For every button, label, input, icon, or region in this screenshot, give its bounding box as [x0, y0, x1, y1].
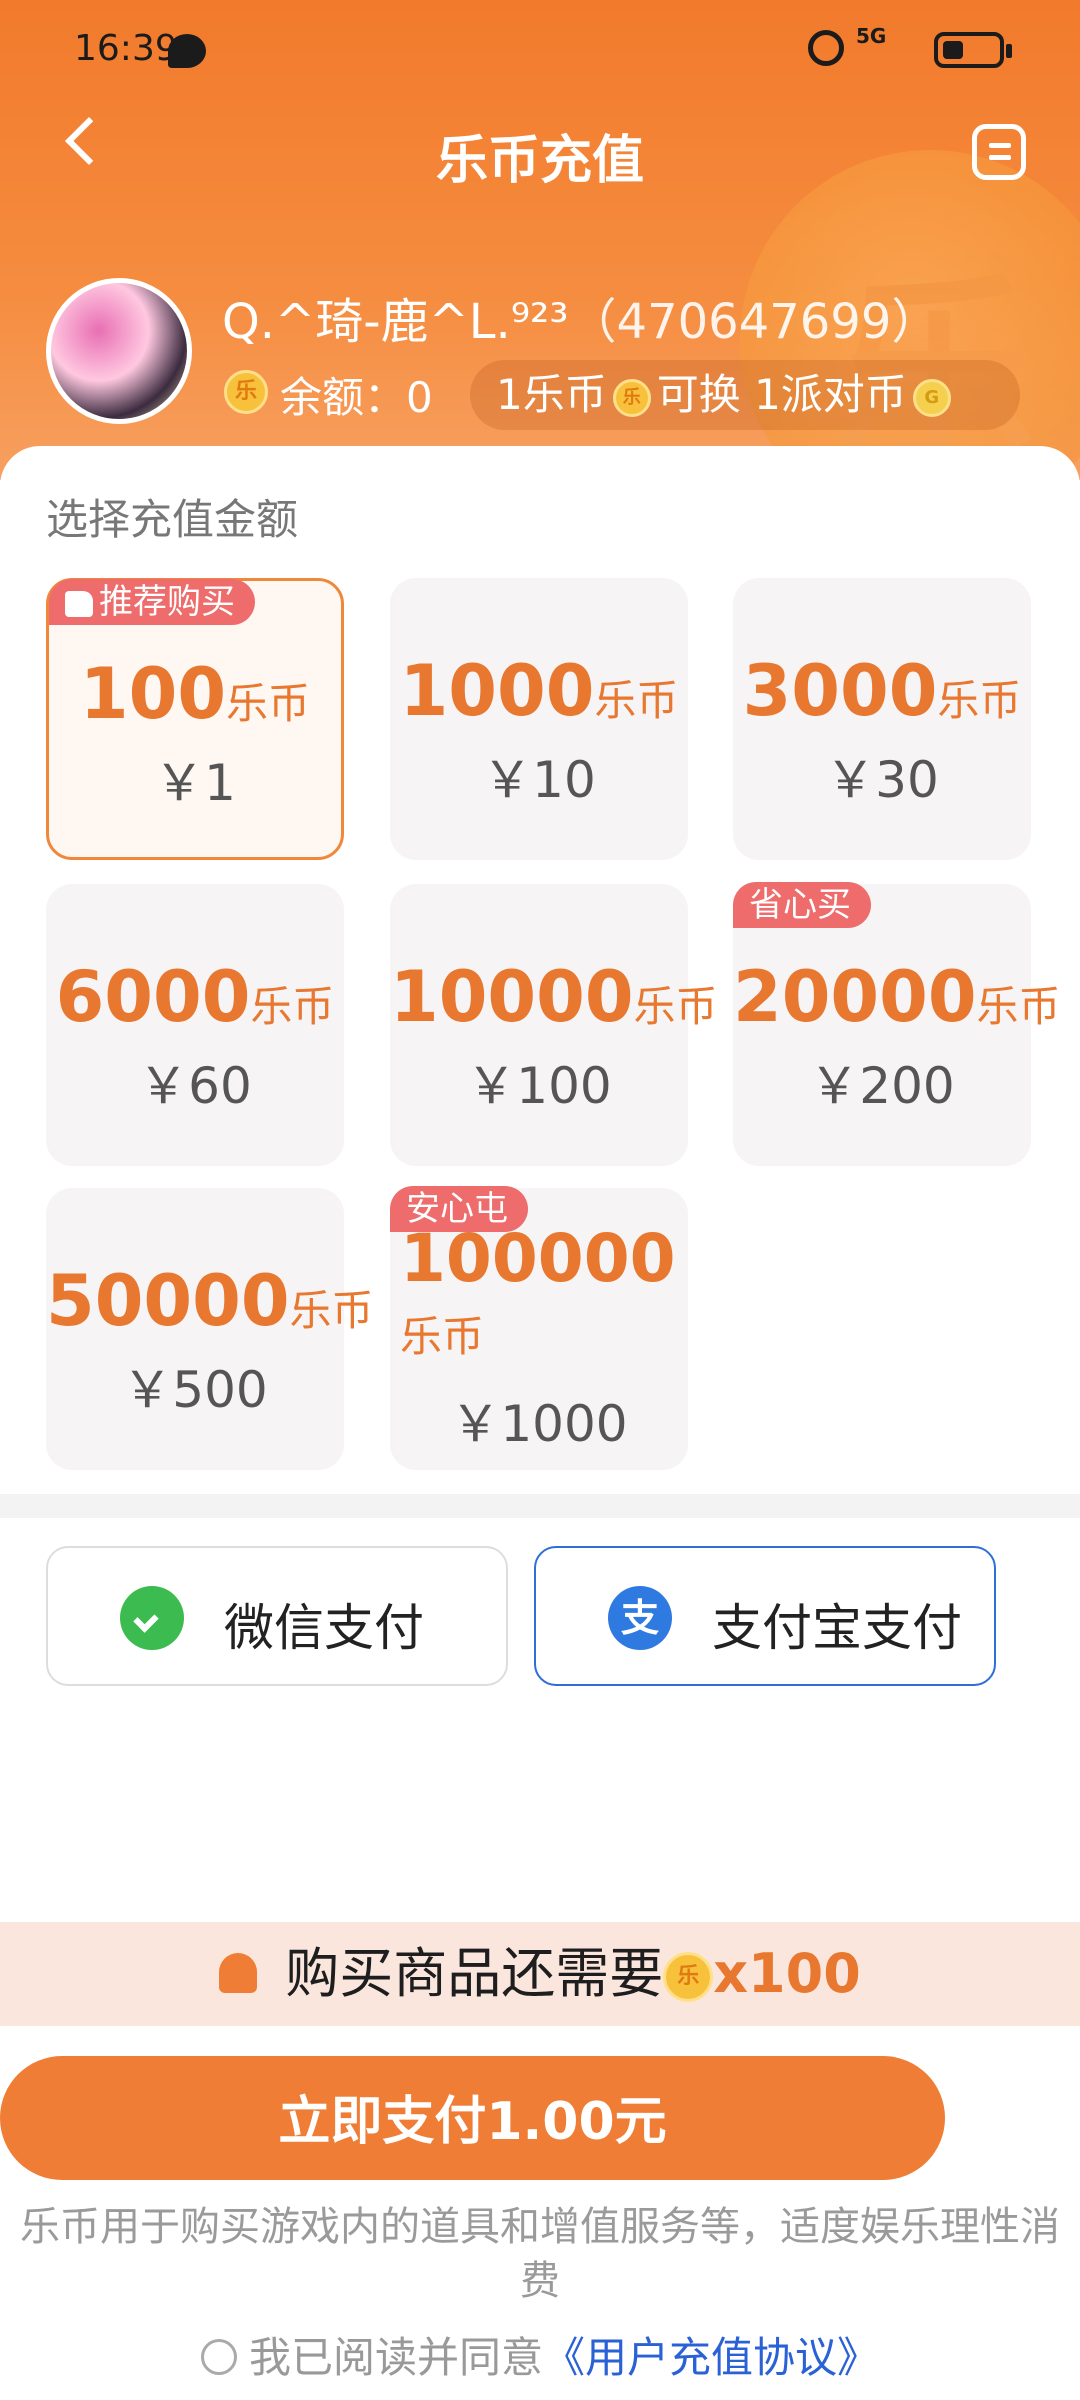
alarm-icon	[808, 30, 844, 66]
option-amount: 100乐币	[79, 653, 311, 735]
order-list-icon[interactable]	[972, 124, 1026, 180]
agreement-row: 我已阅读并同意《用户充值协议》	[0, 2324, 1080, 2385]
balance-label: 余额：	[280, 373, 407, 422]
agreement-prefix: 我已阅读并同意	[248, 2333, 543, 2382]
option-card-20000[interactable]: 省心买 20000乐币 ￥200	[733, 882, 1061, 1166]
option-amount: 1000乐币	[399, 650, 679, 732]
user-name: Q.^琦-鹿^L.⁹²³（470647699）	[222, 282, 939, 352]
party-coin-icon: G	[912, 378, 951, 417]
balance-value: 0	[406, 373, 433, 422]
bell-icon	[219, 1953, 258, 1994]
exchange-mid: 可换 1派对币	[656, 370, 907, 419]
pay-now-button[interactable]: 立即支付1.00元	[0, 2056, 945, 2180]
status-bar: 16:39 5G	[0, 0, 1080, 100]
agreement-checkbox[interactable]	[200, 2338, 237, 2375]
option-price: ￥200	[809, 1057, 955, 1115]
option-amount: 3000乐币	[742, 650, 1022, 732]
section-divider	[0, 1494, 1080, 1518]
wechat-pay-button[interactable]: 微信支付	[46, 1546, 508, 1686]
notice-count: x100	[713, 1942, 861, 2005]
thumbs-up-icon	[65, 590, 93, 617]
alipay-label: 支付宝支付	[712, 1599, 962, 1657]
notice-text: 购买商品还需要	[285, 1942, 664, 2005]
option-price: ￥500	[122, 1361, 268, 1419]
battery-icon	[934, 32, 1012, 68]
option-card-100000[interactable]: 安心屯 100000乐币 ￥1000	[390, 1186, 688, 1470]
exchange-left: 1乐币	[496, 370, 607, 419]
network-label: 5G	[856, 24, 887, 48]
message-icon	[168, 34, 206, 68]
exchange-rate-pill: 1乐币乐可换 1派对币 G	[470, 360, 1020, 430]
page-title: 乐币充值	[435, 131, 644, 191]
header: 乐 16:39 5G 乐币充值 Q.^琦-鹿^L.⁹²³（470647699） …	[0, 0, 1080, 480]
user-display-name: Q.^琦-鹿^L.⁹²³	[222, 294, 569, 350]
agreement-link[interactable]: 《用户充值协议》	[543, 2333, 879, 2382]
option-card-50000[interactable]: 50000乐币 ￥500	[46, 1188, 374, 1470]
option-amount: 100000乐币	[400, 1220, 676, 1362]
option-card-6000[interactable]: 6000乐币 ￥60	[46, 884, 344, 1166]
wechat-pay-label: 微信支付	[224, 1599, 424, 1657]
disclaimer-text: 乐币用于购买游戏内的道具和增值服务等，适度娱乐理性消费	[20, 2204, 1060, 2304]
status-time: 16:39	[74, 28, 178, 69]
option-price: ￥10	[482, 751, 596, 809]
recommend-tag: 推荐购买	[49, 579, 255, 625]
avatar[interactable]	[46, 278, 192, 424]
coin-icon: 乐	[663, 1952, 714, 2003]
option-amount: 6000乐币	[55, 956, 335, 1038]
option-price: ￥1	[154, 754, 236, 812]
option-amount: 20000乐币	[733, 956, 1061, 1038]
alipay-button[interactable]: 支 支付宝支付	[534, 1546, 996, 1686]
requirement-notice: 购买商品还需要乐 x100	[0, 1922, 1080, 2026]
value-tag: 省心买	[733, 882, 871, 928]
option-card-1000[interactable]: 1000乐币 ￥10	[390, 578, 688, 860]
balance: 余额：0	[280, 364, 433, 425]
option-price: ￥1000	[450, 1395, 628, 1453]
coin-icon: 乐	[612, 378, 651, 417]
option-amount: 50000乐币	[46, 1260, 374, 1342]
option-price: ￥60	[138, 1057, 252, 1115]
user-id: （470647699）	[568, 294, 940, 350]
option-price: ￥100	[466, 1057, 612, 1115]
option-price: ￥30	[825, 751, 939, 809]
option-card-10000[interactable]: 10000乐币 ￥100	[390, 884, 718, 1166]
wechat-pay-icon	[120, 1586, 184, 1650]
section-title: 选择充值金额	[46, 495, 299, 544]
option-amount: 10000乐币	[390, 956, 718, 1038]
alipay-icon: 支	[608, 1586, 672, 1650]
option-card-100[interactable]: 推荐购买 100乐币 ￥1	[46, 578, 344, 860]
coin-icon: 乐	[224, 370, 268, 414]
option-card-3000[interactable]: 3000乐币 ￥30	[733, 578, 1031, 860]
